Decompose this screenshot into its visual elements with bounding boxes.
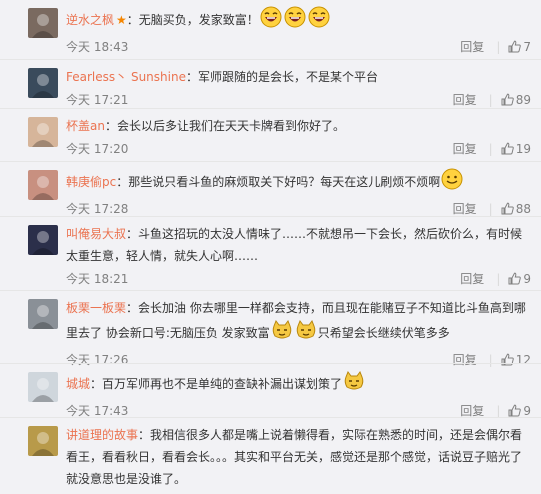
action-divider: | bbox=[496, 272, 501, 286]
action-divider: | bbox=[488, 93, 493, 107]
thumbs-up-icon bbox=[508, 270, 522, 292]
username-link[interactable]: 板栗一板栗 bbox=[66, 301, 126, 315]
avatar[interactable] bbox=[28, 117, 58, 147]
username-link[interactable]: 叫俺易大叔 bbox=[66, 227, 126, 241]
comment-content: ：军师跟随的是会长，不是某个平台 bbox=[185, 70, 378, 84]
action-divider: | bbox=[488, 142, 493, 156]
comment-item: 叫俺易大叔：斗鱼这招玩的太没人情味了……不就想吊一下会长，然后砍价么，有时候太重… bbox=[0, 217, 541, 291]
comment-body: Fearless丶 Sunshine：军师跟随的是会长，不是某个平台今天 17:… bbox=[66, 66, 531, 111]
comment-body: 韩庚偷pc：那些说只看斗鱼的麻烦取关下好吗？每天在这儿刷烦不烦啊今天 17:28… bbox=[66, 168, 531, 220]
comment-body: 叫俺易大叔：斗鱼这招玩的太没人情味了……不就想吊一下会长，然后砍价么，有时候太重… bbox=[66, 223, 531, 290]
action-divider: | bbox=[488, 202, 493, 216]
avatar[interactable] bbox=[28, 170, 58, 200]
reply-button[interactable]: 回复 bbox=[453, 142, 477, 156]
avatar[interactable] bbox=[28, 426, 58, 456]
comment-content: ：百万军师再也不是单纯的查缺补漏出谋划策了 bbox=[90, 377, 343, 391]
cat-emoji bbox=[295, 319, 317, 348]
comment-item: 逆水之枫 ★：无脑买负，发家致富！ 今天 18:43 回复 | 7 bbox=[0, 0, 541, 60]
comment-text: 杯盖an：会长以后多让我们在天天卡牌看到你好了。 bbox=[66, 115, 531, 137]
smile-emoji bbox=[441, 168, 463, 197]
comment-body: 城城：百万军师再也不是单纯的查缺补漏出谋划策了今天 17:43 回复 | 9 bbox=[66, 370, 531, 422]
comment-meta: 今天 18:21 回复 | 9 bbox=[66, 268, 531, 290]
laugh-emoji bbox=[284, 6, 306, 35]
username-link[interactable]: Fearless丶 Sunshine bbox=[66, 70, 186, 84]
like-button[interactable]: 7 bbox=[508, 40, 531, 54]
like-count: 9 bbox=[523, 404, 531, 418]
comment-content: ：斗鱼这招玩的太没人情味了……不就想吊一下会长，然后砍价么，有时候太重生意，轻人… bbox=[66, 227, 523, 263]
timestamp: 今天 17:28 bbox=[66, 202, 129, 216]
timestamp: 今天 17:21 bbox=[66, 93, 129, 107]
action-divider: | bbox=[496, 40, 501, 54]
comment-content: ：那些说只看斗鱼的麻烦取关下好吗？每天在这儿刷烦不烦啊 bbox=[116, 175, 441, 189]
like-count: 19 bbox=[515, 142, 531, 156]
comment-text: 讲道理的故事：我相信很多人都是嘴上说着懒得看，实际在熟悉的时间，还是会偶尔看看王… bbox=[66, 424, 531, 490]
cat-emoji bbox=[271, 319, 293, 348]
comment-actions: 回复 | 7 bbox=[460, 36, 531, 60]
comment-meta: 今天 17:20 回复 | 19 bbox=[66, 138, 531, 160]
like-count: 88 bbox=[515, 202, 531, 216]
comment-body: 逆水之枫 ★：无脑买负，发家致富！ 今天 18:43 回复 | 7 bbox=[66, 6, 531, 58]
comment-meta: 今天 18:43 回复 | 7 bbox=[66, 36, 531, 58]
reply-button[interactable]: 回复 bbox=[453, 202, 477, 216]
thumbs-up-icon bbox=[501, 140, 514, 162]
comment-item: 讲道理的故事：我相信很多人都是嘴上说着懒得看，实际在熟悉的时间，还是会偶尔看看王… bbox=[0, 418, 541, 494]
comment-body: 杯盖an：会长以后多让我们在天天卡牌看到你好了。今天 17:20 回复 | 19 bbox=[66, 115, 531, 160]
comment-text: 城城：百万军师再也不是单纯的查缺补漏出谋划策了 bbox=[66, 370, 531, 399]
comment-body: 讲道理的故事：我相信很多人都是嘴上说着懒得看，实际在熟悉的时间，还是会偶尔看看王… bbox=[66, 424, 531, 490]
username-link[interactable]: 讲道理的故事 bbox=[66, 428, 138, 442]
username-link[interactable]: 杯盖an bbox=[66, 119, 105, 133]
comment-content: ：无脑买负，发家致富！ bbox=[126, 13, 259, 27]
comment-text: 韩庚偷pc：那些说只看斗鱼的麻烦取关下好吗？每天在这儿刷烦不烦啊 bbox=[66, 168, 531, 197]
comment-text: Fearless丶 Sunshine：军师跟随的是会长，不是某个平台 bbox=[66, 66, 531, 88]
reply-button[interactable]: 回复 bbox=[460, 40, 484, 54]
like-button[interactable]: 19 bbox=[501, 142, 531, 156]
username-link[interactable]: 韩庚偷pc bbox=[66, 175, 116, 189]
like-count: 9 bbox=[523, 272, 531, 286]
like-count: 89 bbox=[515, 93, 531, 107]
comment-text: 板栗一板栗：会长加油 你去哪里一样都会支持，而且现在能赌豆子不知道比斗鱼高到哪里… bbox=[66, 297, 531, 348]
comment-item: Fearless丶 Sunshine：军师跟随的是会长，不是某个平台今天 17:… bbox=[0, 60, 541, 109]
comment-actions: 回复 | 19 bbox=[453, 138, 531, 162]
like-button[interactable]: 9 bbox=[508, 404, 531, 418]
reply-button[interactable]: 回复 bbox=[460, 272, 484, 286]
avatar[interactable] bbox=[28, 8, 58, 38]
comment-actions: 回复 | 9 bbox=[460, 268, 531, 292]
comment-text: 叫俺易大叔：斗鱼这招玩的太没人情味了……不就想吊一下会长，然后砍价么，有时候太重… bbox=[66, 223, 531, 267]
comment-body: 板栗一板栗：会长加油 你去哪里一样都会支持，而且现在能赌豆子不知道比斗鱼高到哪里… bbox=[66, 297, 531, 371]
avatar[interactable] bbox=[28, 225, 58, 255]
comment-text: 逆水之枫 ★：无脑买负，发家致富！ bbox=[66, 6, 531, 35]
comment-item: 城城：百万军师再也不是单纯的查缺补漏出谋划策了今天 17:43 回复 | 9 bbox=[0, 364, 541, 418]
like-button[interactable]: 88 bbox=[501, 202, 531, 216]
thumbs-up-icon bbox=[508, 38, 522, 60]
username-link[interactable]: 逆水之枫 bbox=[66, 13, 114, 27]
laugh-emoji bbox=[308, 6, 330, 35]
comment-item: 韩庚偷pc：那些说只看斗鱼的麻烦取关下好吗？每天在这儿刷烦不烦啊今天 17:28… bbox=[0, 162, 541, 217]
like-button[interactable]: 9 bbox=[508, 272, 531, 286]
like-count: 7 bbox=[523, 40, 531, 54]
timestamp: 今天 18:43 bbox=[66, 40, 129, 54]
vip-star-icon: ★ bbox=[116, 13, 127, 27]
like-button[interactable]: 89 bbox=[501, 93, 531, 107]
comment-content-after: 只希望会长继续伏笔多多 bbox=[317, 326, 450, 340]
action-divider: | bbox=[496, 404, 501, 418]
comment-item: 板栗一板栗：会长加油 你去哪里一样都会支持，而且现在能赌豆子不知道比斗鱼高到哪里… bbox=[0, 291, 541, 367]
reply-button[interactable]: 回复 bbox=[453, 93, 477, 107]
username-link[interactable]: 城城 bbox=[66, 377, 90, 391]
comment-content: ：会长以后多让我们在天天卡牌看到你好了。 bbox=[104, 119, 345, 133]
laugh-emoji bbox=[260, 6, 282, 35]
comment-item: 杯盖an：会长以后多让我们在天天卡牌看到你好了。今天 17:20 回复 | 19 bbox=[0, 109, 541, 162]
avatar[interactable] bbox=[28, 299, 58, 329]
avatar[interactable] bbox=[28, 372, 58, 402]
timestamp: 今天 18:21 bbox=[66, 272, 129, 286]
cat-emoji bbox=[343, 370, 365, 399]
avatar[interactable] bbox=[28, 68, 58, 98]
timestamp: 今天 17:43 bbox=[66, 404, 129, 418]
reply-button[interactable]: 回复 bbox=[460, 404, 484, 418]
timestamp: 今天 17:20 bbox=[66, 142, 129, 156]
